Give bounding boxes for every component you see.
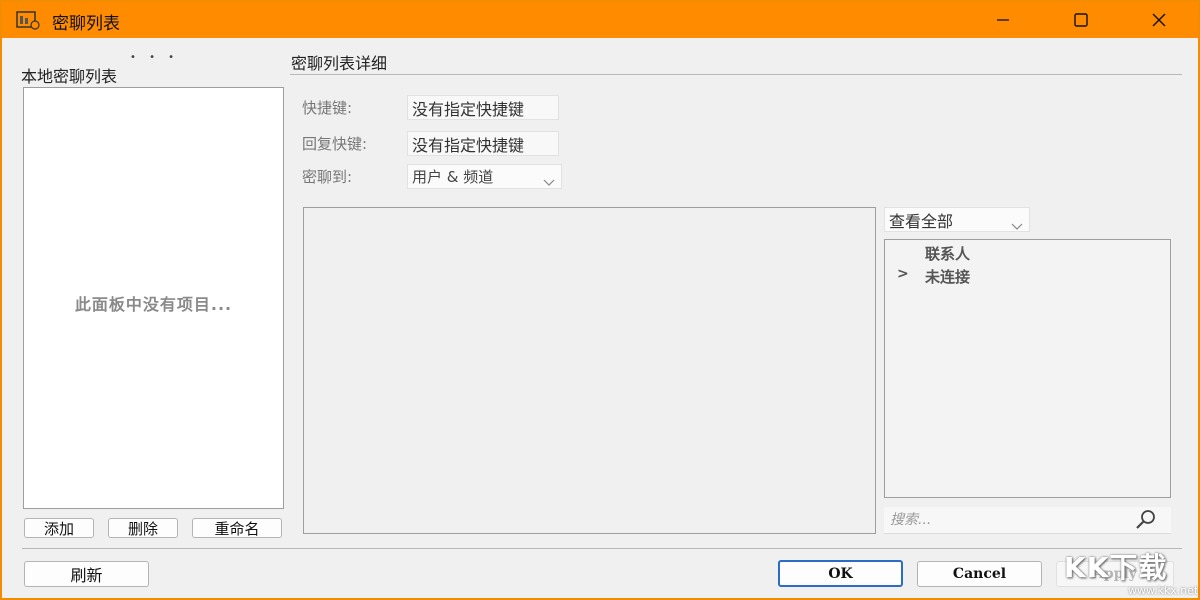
close-icon[interactable] bbox=[1136, 2, 1182, 38]
rename-button[interactable]: 重命名 bbox=[192, 518, 282, 538]
search-input[interactable] bbox=[890, 510, 1120, 530]
refresh-button[interactable]: 刷新 bbox=[24, 561, 149, 587]
tree-search-box bbox=[884, 507, 1171, 534]
hotkey-label: 快捷键: bbox=[302, 99, 353, 117]
view-filter-select[interactable]: 查看全部 bbox=[884, 207, 1030, 232]
reply-hotkey-label: 回复快键: bbox=[302, 135, 368, 153]
minimize-icon[interactable] bbox=[980, 2, 1026, 38]
search-icon[interactable] bbox=[1134, 509, 1158, 535]
add-button[interactable]: 添加 bbox=[24, 518, 94, 538]
expand-arrow-icon[interactable]: > bbox=[897, 266, 909, 282]
maximize-icon[interactable] bbox=[1058, 2, 1104, 38]
window-title: 密聊列表 bbox=[52, 14, 120, 34]
footer-divider bbox=[22, 548, 1182, 549]
app-window-icon bbox=[16, 10, 40, 30]
empty-list-message: 此面板中没有项目... bbox=[74, 295, 233, 314]
details-divider bbox=[290, 74, 1182, 75]
whisper-target-label: 密聊到: bbox=[302, 168, 353, 186]
local-list-panel[interactable]: 此面板中没有项目... bbox=[23, 87, 284, 509]
local-list-heading: 本地密聊列表 bbox=[21, 67, 118, 86]
title-bar[interactable]: 密聊列表 bbox=[2, 2, 1198, 38]
more-options-icon[interactable]: • • • bbox=[130, 52, 179, 63]
tree-item-disconnected[interactable]: 未连接 bbox=[925, 266, 970, 287]
reply-hotkey-field[interactable]: 没有指定快捷键 bbox=[407, 131, 559, 156]
tree-item-contacts[interactable]: 联系人 bbox=[925, 243, 970, 264]
watermark: KK下载 www.kkx.net bbox=[1050, 540, 1200, 600]
delete-button[interactable]: 删除 bbox=[108, 518, 178, 538]
details-heading: 密聊列表详细 bbox=[291, 54, 388, 73]
cancel-button[interactable]: Cancel bbox=[917, 561, 1042, 587]
whisper-details-panel[interactable] bbox=[303, 207, 876, 534]
view-filter-value: 查看全部 bbox=[889, 211, 954, 231]
chevron-down-icon bbox=[543, 173, 555, 191]
whisper-target-select[interactable]: 用户 & 频道 bbox=[407, 164, 562, 189]
watermark-url: www.kkx.net bbox=[1128, 584, 1199, 597]
ok-button[interactable]: OK bbox=[778, 560, 903, 587]
dialog-window: 密聊列表 • • • 本地密聊列表 此面板中没有项目... 添加 删除 重命名 … bbox=[0, 0, 1200, 600]
channel-tree[interactable]: 联系人 > 未连接 bbox=[884, 239, 1171, 498]
whisper-target-value: 用户 & 频道 bbox=[412, 168, 494, 186]
watermark-logo: KK下载 bbox=[1064, 551, 1168, 584]
chevron-down-icon bbox=[1011, 216, 1023, 235]
hotkey-field[interactable]: 没有指定快捷键 bbox=[407, 95, 559, 120]
